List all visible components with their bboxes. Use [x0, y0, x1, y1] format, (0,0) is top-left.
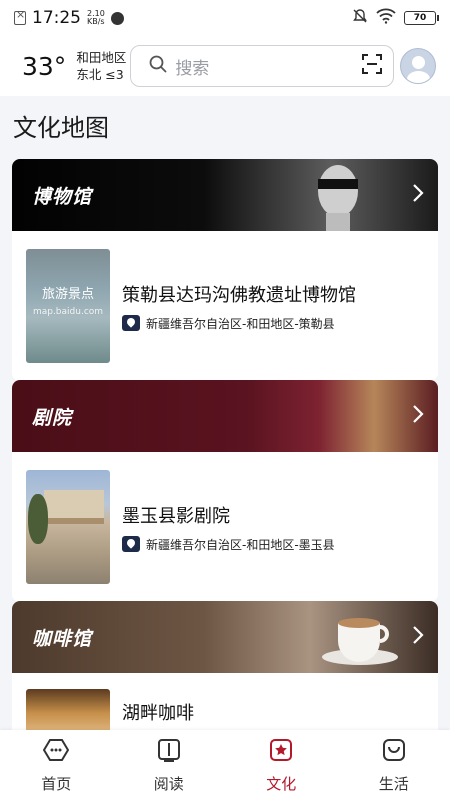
page-title: 文化地图: [13, 114, 109, 142]
item-name: 湖畔咖啡: [122, 703, 194, 724]
scan-icon[interactable]: [361, 53, 383, 79]
theatre-thumbnail: [26, 470, 110, 584]
tab-life[interactable]: 生活: [338, 730, 450, 800]
tab-read[interactable]: 阅读: [113, 730, 226, 800]
tab-culture[interactable]: 文化: [225, 730, 338, 800]
list-item[interactable]: 旅游景点 map.baidu.com 策勒县达玛沟佛教遗址博物馆 新疆维吾尔自治…: [12, 231, 438, 381]
category-theatre: 剧院 墨玉县影剧院 新疆维吾尔自治区-和田地区-墨玉县: [12, 380, 438, 602]
theatre-banner[interactable]: 剧院: [12, 380, 438, 452]
location-pin-icon: [122, 536, 140, 552]
chevron-right-icon[interactable]: [412, 404, 424, 428]
network-speed: 2.10 KB/s: [87, 10, 105, 26]
item-address-text: 新疆维吾尔自治区-和田地区-墨玉县: [146, 537, 335, 552]
network-speed-unit: KB/s: [87, 17, 105, 26]
culture-icon: [268, 737, 294, 767]
item-name: 策勒县达玛沟佛教遗址博物馆: [122, 284, 356, 306]
thumbnail-source: map.baidu.com: [32, 307, 104, 317]
category-cafe: 咖啡馆 湖畔咖啡: [12, 601, 438, 751]
tab-culture-label: 文化: [266, 774, 297, 793]
search-input[interactable]: 搜索: [130, 45, 395, 87]
bottom-nav: 首页 阅读 文化 生活: [0, 730, 450, 800]
battery-indicator: 70: [404, 11, 439, 25]
coffee-cup-image: [320, 611, 400, 670]
museum-banner[interactable]: 博物馆: [12, 159, 438, 231]
home-icon: [43, 737, 70, 767]
museum-thumbnail: 旅游景点 map.baidu.com: [26, 249, 110, 363]
tab-home[interactable]: 首页: [0, 730, 113, 800]
status-time: 17:25: [32, 8, 81, 28]
life-icon: [381, 737, 407, 767]
museum-title: 博物馆: [32, 185, 93, 208]
tab-life-label: 生活: [378, 774, 409, 793]
notification-icon: [14, 8, 26, 25]
list-item[interactable]: 墨玉县影剧院 新疆维吾尔自治区-和田地区-墨玉县: [12, 452, 438, 602]
search-placeholder: 搜索: [175, 58, 210, 79]
app-status-icon: [110, 11, 124, 25]
book-icon: [156, 737, 182, 767]
mute-icon: [352, 8, 368, 28]
category-museum: 博物馆 旅游景点 map.baidu.com 策勒县达玛沟佛教遗址博物馆 新疆维…: [12, 159, 438, 381]
wifi-icon: [376, 8, 396, 28]
item-address: 新疆维吾尔自治区-和田地区-策勒县: [122, 315, 356, 332]
item-address-text: 新疆维吾尔自治区-和田地区-策勒县: [146, 316, 335, 331]
avatar[interactable]: [400, 48, 436, 84]
weather-location[interactable]: 和田地区 东北 ≤3: [76, 49, 126, 83]
cafe-title: 咖啡馆: [32, 627, 93, 650]
chevron-right-icon[interactable]: [412, 183, 424, 207]
status-bar: 17:25 2.10 KB/s 70: [0, 0, 450, 36]
tab-home-label: 首页: [41, 774, 72, 793]
wind-info: 东北 ≤3: [76, 67, 124, 82]
chevron-right-icon[interactable]: [412, 625, 424, 649]
header: 33° 和田地区 东北 ≤3 搜索: [0, 36, 450, 96]
item-name: 墨玉县影剧院: [122, 505, 230, 527]
cafe-banner[interactable]: 咖啡馆: [12, 601, 438, 673]
search-icon: [149, 55, 167, 77]
statue-image: [298, 161, 378, 235]
location-name: 和田地区: [76, 50, 127, 65]
thumbnail-title: 旅游景点: [41, 287, 94, 302]
item-address: 新疆维吾尔自治区-和田地区-墨玉县: [122, 536, 335, 553]
location-pin-icon: [122, 315, 140, 331]
tab-read-label: 阅读: [153, 774, 184, 793]
theatre-title: 剧院: [32, 406, 73, 429]
weather-temperature[interactable]: 33°: [22, 52, 66, 81]
